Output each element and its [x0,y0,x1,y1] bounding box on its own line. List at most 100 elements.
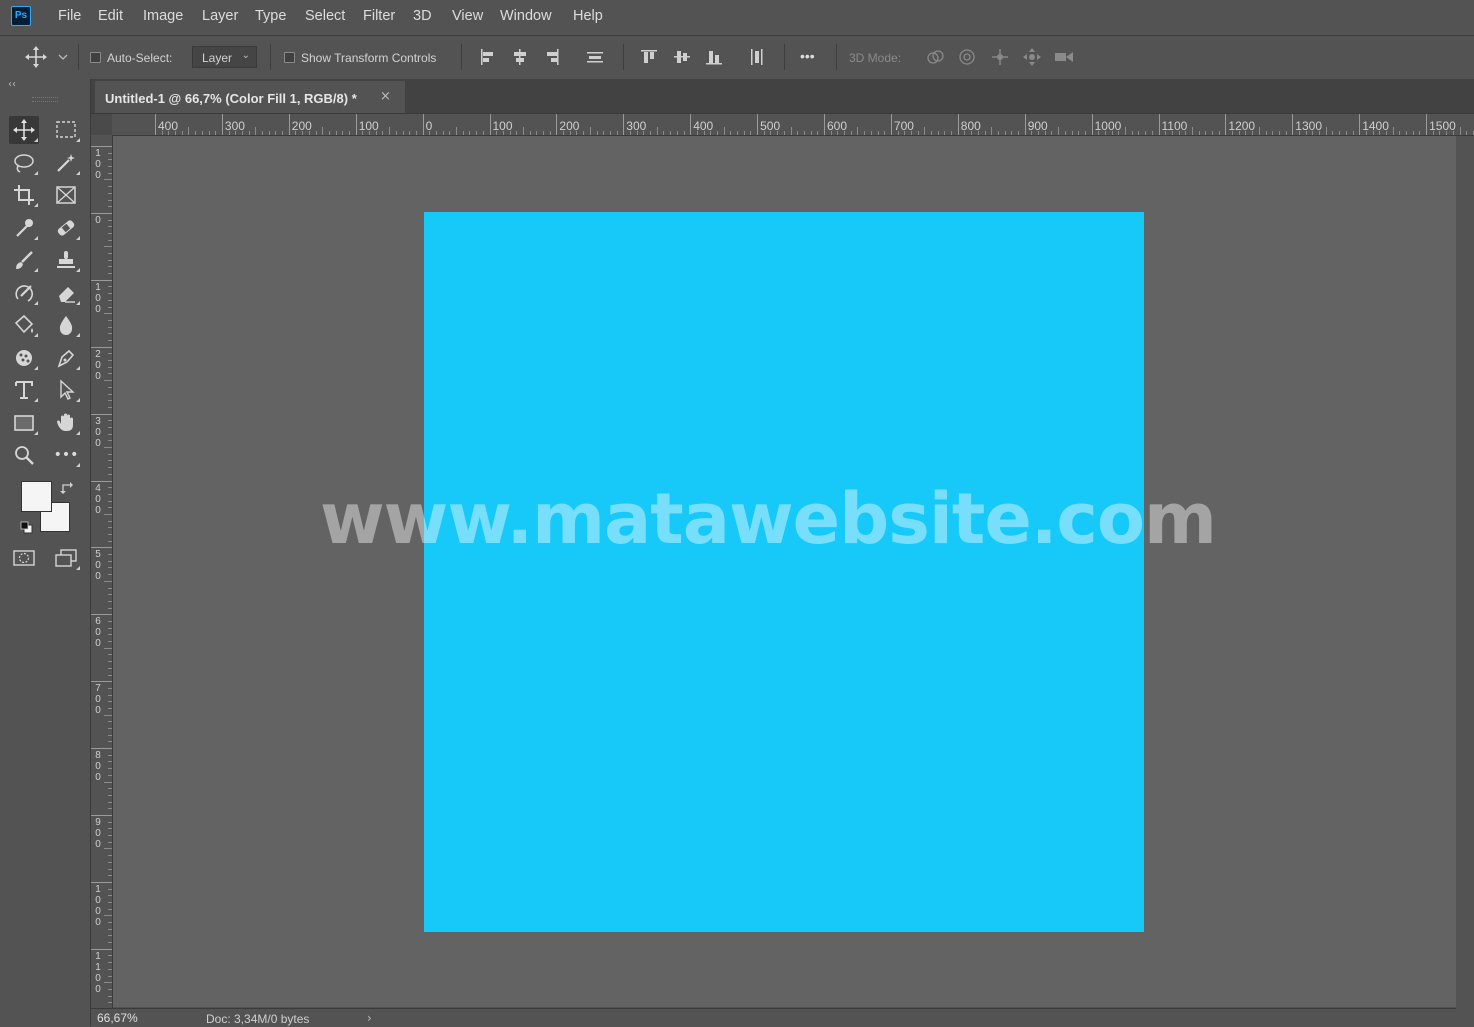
panel-grip[interactable] [32,97,58,102]
show-transform-checkbox[interactable] [284,52,295,63]
ruler-tick [1426,114,1428,135]
move-tool[interactable] [9,116,39,144]
ruler-label: 1500 [1429,119,1456,133]
menu-3d[interactable]: 3D [413,8,432,24]
eyedropper-tool[interactable] [9,214,39,242]
ruler-minor-tick [108,366,112,368]
document-canvas[interactable] [424,212,1144,932]
3d-mode-label: 3D Mode: [849,51,902,65]
swap-colors-icon[interactable] [60,481,74,495]
dolly-3d-camera-icon[interactable] [1053,46,1075,68]
menu-file[interactable]: File [58,8,81,24]
brush-tool[interactable] [9,246,39,274]
ruler-minor-tick [108,527,112,529]
rectangle-tool[interactable] [9,409,39,437]
ruler-minor-tick [104,781,112,783]
align-bottom-edges-icon[interactable] [703,46,725,68]
menu-type[interactable]: Type [255,8,286,24]
roll-3d-camera-icon[interactable] [956,46,978,68]
foreground-color-swatch[interactable] [21,481,52,512]
ruler-label: 0 [95,214,101,226]
blur-tool[interactable] [51,311,81,339]
ruler-minor-tick [108,667,112,669]
align-horizontal-centers-icon[interactable] [509,46,531,68]
ruler-minor-tick [108,460,112,462]
ruler-minor-tick [108,861,112,863]
path-selection-tool[interactable] [51,376,81,404]
menu-select[interactable]: Select [305,8,345,24]
screen-mode-button[interactable] [51,544,81,572]
auto-select-target-dropdown[interactable]: Layer ⌄ [192,46,257,68]
menu-help[interactable]: Help [573,8,603,24]
zoom-tool[interactable] [9,441,39,469]
align-right-edges-icon[interactable] [541,46,563,68]
ruler-label: 100 [95,148,101,181]
paint-bucket-icon [14,314,34,334]
type-tool[interactable] [9,376,39,404]
ruler-minor-tick [1258,127,1260,135]
photoshop-logo-icon[interactable]: Ps [11,6,31,26]
ruler-minor-tick [1131,131,1133,135]
menu-filter[interactable]: Filter [363,8,395,24]
ruler-label: 600 [827,119,848,133]
menu-layer[interactable]: Layer [202,8,238,24]
menu-image[interactable]: Image [143,8,183,24]
slide-3d-camera-icon[interactable] [1021,46,1043,68]
ruler-tick [1292,114,1294,135]
ruler-minor-tick [402,131,404,135]
paint-bucket-tool[interactable] [9,311,39,339]
align-vertical-centers-icon[interactable] [671,46,693,68]
lasso-tool[interactable] [9,149,39,177]
ruler-minor-tick [596,131,598,135]
dodge-tool[interactable] [9,344,39,372]
align-left-edges-icon[interactable] [477,46,499,68]
pan-3d-camera-icon[interactable] [989,46,1011,68]
distribute-vertical-icon[interactable] [746,46,768,68]
quick-mask-icon [13,550,35,566]
ruler-minor-tick [108,674,112,676]
clone-stamp-tool[interactable] [51,246,81,274]
history-brush-tool[interactable] [9,279,39,307]
hand-tool[interactable] [51,409,81,437]
close-icon[interactable]: × [380,89,391,104]
orbit-3d-camera-icon[interactable] [924,46,946,68]
move-tool-preset-icon[interactable] [25,46,49,68]
quick-mask-button[interactable] [9,544,39,572]
status-info-menu-button[interactable]: › [367,1011,372,1025]
ruler-minor-tick [104,982,112,984]
crop-tool[interactable] [9,181,39,209]
ruler-minor-tick [108,701,112,703]
eraser-tool[interactable] [51,279,81,307]
chevron-down-icon[interactable] [58,53,68,61]
healing-brush-tool[interactable] [51,214,81,242]
distribute-horizontal-icon[interactable] [584,46,606,68]
vertical-ruler[interactable]: 100010020030040050060070080090010001100 [91,135,113,1008]
ruler-origin[interactable] [91,114,112,135]
auto-select-checkbox[interactable] [90,52,101,63]
collapse-panel-button[interactable]: ‹‹ [8,79,16,90]
menu-view[interactable]: View [452,8,483,24]
ruler-minor-tick [1272,131,1274,135]
menu-edit[interactable]: Edit [98,8,123,24]
ruler-tick [1024,114,1026,135]
ruler-tick [91,881,112,883]
ruler-minor-tick [676,131,678,135]
ruler-minor-tick [108,186,112,188]
menu-window[interactable]: Window [500,8,552,24]
ruler-tick [91,948,112,950]
more-options-button[interactable]: ••• [800,48,815,64]
magic-wand-tool[interactable] [51,149,81,177]
ruler-minor-tick [108,888,112,890]
document-tab[interactable]: Untitled-1 @ 66,7% (Color Fill 1, RGB/8)… [95,81,405,113]
magnifier-icon [15,446,34,465]
frame-tool[interactable] [51,181,81,209]
ruler-minor-tick [870,131,872,135]
horizontal-ruler[interactable]: 400 300 200 100 0 100 200 300 400 500 600 700 800 900… [112,114,1474,136]
default-colors-icon[interactable] [20,521,34,535]
ruler-minor-tick [850,131,852,135]
zoom-level[interactable]: 66,67% [97,1011,138,1025]
marquee-tool[interactable] [51,116,81,144]
pen-tool[interactable] [51,344,81,372]
edit-toolbar-button[interactable]: ••• [51,441,81,469]
align-top-edges-icon[interactable] [638,46,660,68]
